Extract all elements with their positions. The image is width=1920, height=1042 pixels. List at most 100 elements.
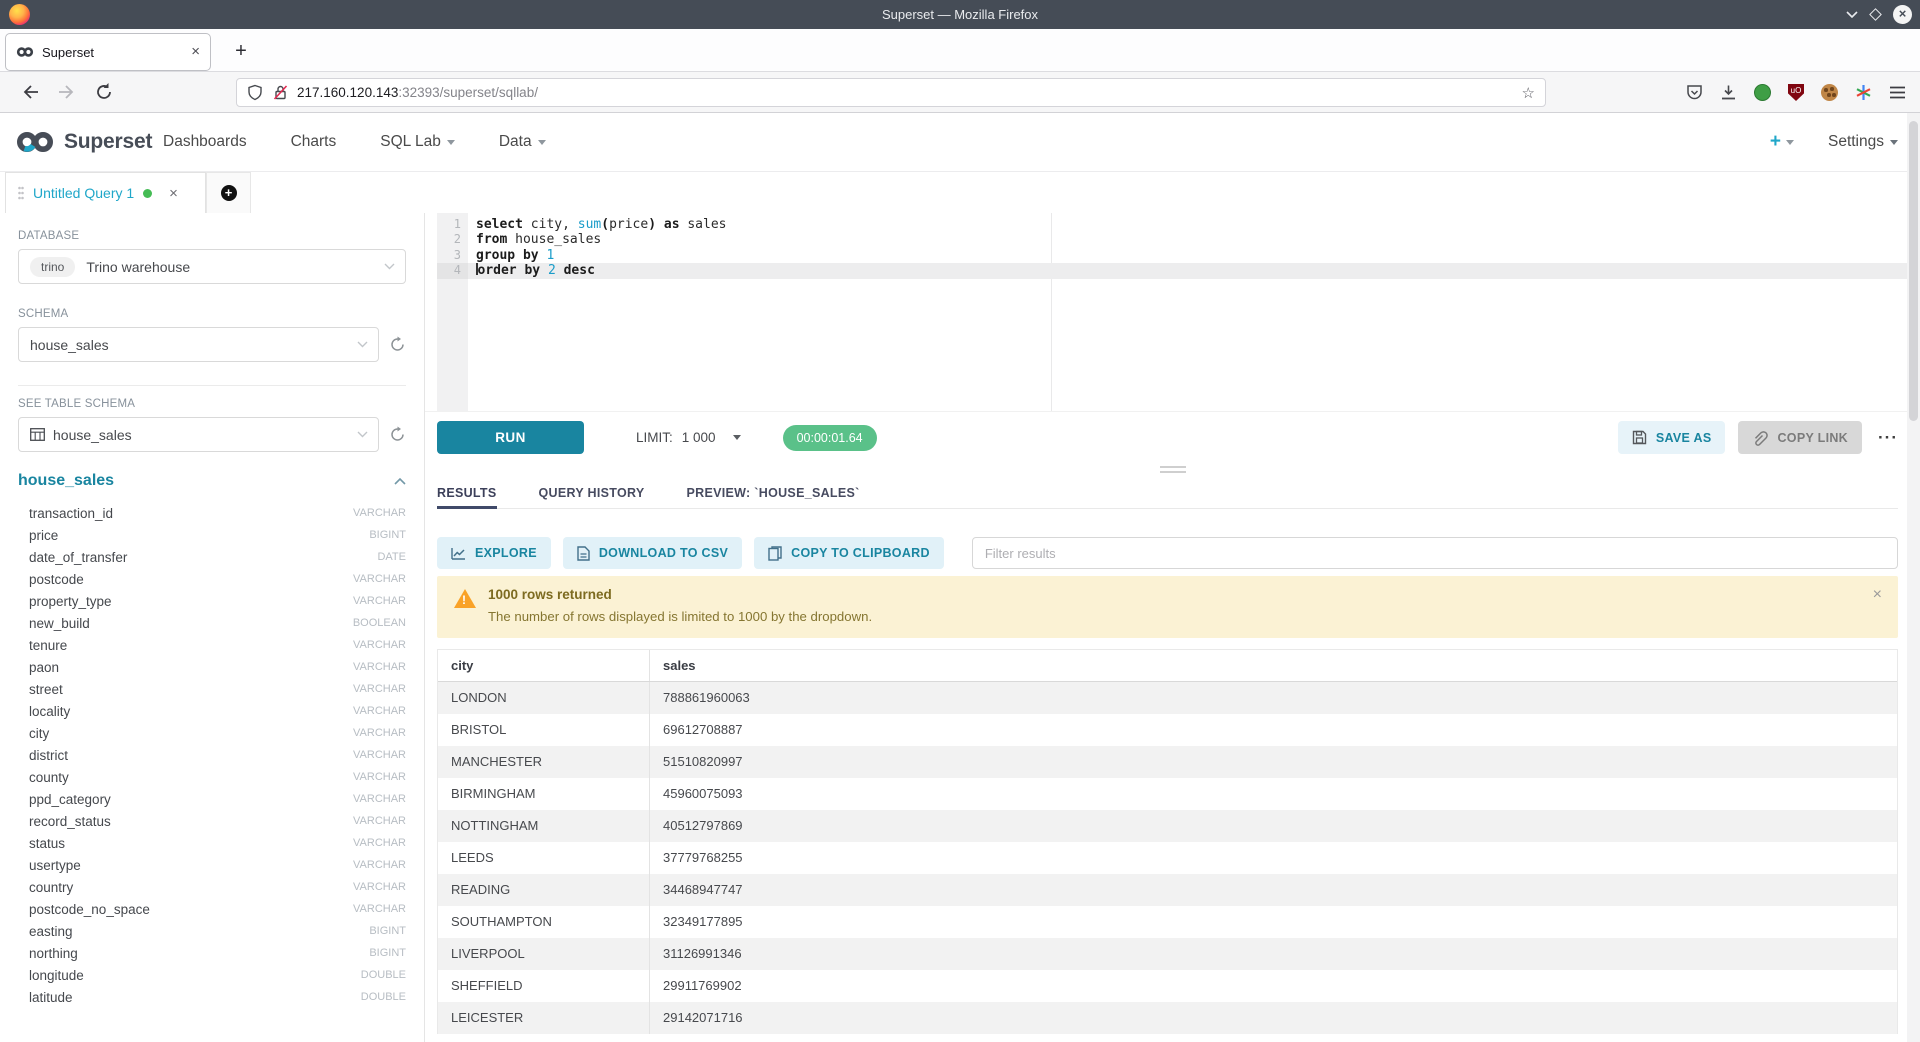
schema-column-row[interactable]: transaction_idVARCHAR [18,502,406,524]
table-select[interactable]: house_sales [18,417,379,452]
schema-column-row[interactable]: priceBIGINT [18,524,406,546]
schema-column-row[interactable]: districtVARCHAR [18,744,406,766]
table-row[interactable]: LEEDS37779768255 [438,842,1897,874]
table-row[interactable]: BRISTOL69612708887 [438,714,1897,746]
nav-item-charts[interactable]: Charts [291,133,337,151]
sql-code-lines[interactable]: select city, sum(price) as salesfrom hou… [468,213,1920,411]
table-row[interactable]: SHEFFIELD29911769902 [438,970,1897,1002]
schema-column-row[interactable]: ppd_categoryVARCHAR [18,788,406,810]
ublock-origin-icon[interactable]: uO [1788,84,1804,101]
schema-column-row[interactable]: new_buildBOOLEAN [18,612,406,634]
back-icon[interactable] [20,82,40,102]
column-name: locality [29,704,70,719]
url-bar[interactable]: 217.160.120.143:32393/superset/sqllab/ ☆ [236,78,1546,107]
browser-tab-close-icon[interactable]: × [191,45,200,59]
schema-column-row[interactable]: countyVARCHAR [18,766,406,788]
run-button[interactable]: RUN [437,421,584,454]
schema-column-row[interactable]: usertypeVARCHAR [18,854,406,876]
tab-query-history[interactable]: QUERY HISTORY [539,475,645,508]
settings-menu[interactable]: Settings [1828,133,1898,151]
schema-column-row[interactable]: countryVARCHAR [18,876,406,898]
tab-preview-house-sales[interactable]: PREVIEW: `HOUSE_SALES` [687,475,860,508]
download-icon[interactable] [1720,84,1737,101]
schema-column-row[interactable]: record_statusVARCHAR [18,810,406,832]
save-as-button[interactable]: SAVE AS [1618,421,1726,454]
nav-item-sql-lab[interactable]: SQL Lab [380,133,455,151]
add-query-tab-button[interactable]: + [206,172,251,213]
sql-code-editor[interactable]: 1234 select city, sum(price) as salesfro… [425,213,1920,411]
reload-icon[interactable] [94,82,114,102]
new-browser-tab-button[interactable]: + [228,39,254,65]
database-label: DATABASE [18,230,406,242]
forward-icon[interactable] [57,82,77,102]
tracking-shield-icon[interactable] [247,84,263,101]
refresh-schemas-icon[interactable] [389,336,406,353]
explore-button[interactable]: EXPLORE [437,537,551,569]
sql-gutter: 1234 [437,213,468,411]
copy-link-button[interactable]: COPY LINK [1738,421,1862,454]
database-select[interactable]: trino Trino warehouse [18,249,406,284]
query-tab-close-icon[interactable]: × [169,185,178,202]
schema-column-row[interactable]: property_typeVARCHAR [18,590,406,612]
schema-select[interactable]: house_sales [18,327,379,362]
superset-brand[interactable]: Superset [14,127,152,157]
table-row[interactable]: LONDON788861960063 [438,682,1897,714]
browser-tab[interactable]: Superset × [5,33,211,71]
extension-starburst-icon[interactable] [1855,84,1872,101]
collapse-chevron-up-icon[interactable] [394,477,406,485]
refresh-tables-icon[interactable] [389,426,406,443]
schema-column-row[interactable]: postcode_no_spaceVARCHAR [18,898,406,920]
column-header-city[interactable]: city [438,650,650,681]
schema-column-row[interactable]: date_of_transferDATE [18,546,406,568]
table-row[interactable]: SOUTHAMPTON32349177895 [438,906,1897,938]
pane-splitter[interactable] [425,463,1920,475]
schema-column-row[interactable]: streetVARCHAR [18,678,406,700]
query-tabstrip: Untitled Query 1 × + [0,172,1920,213]
table-row[interactable]: BIRMINGHAM45960075093 [438,778,1897,810]
code-line[interactable]: from house_sales [468,232,1920,247]
maximize-icon[interactable] [1869,8,1882,21]
limit-dropdown[interactable]: LIMIT: 1 000 [636,430,741,445]
insecure-lock-icon[interactable] [272,84,289,101]
schema-column-row[interactable]: eastingBIGINT [18,920,406,942]
table-row[interactable]: MANCHESTER51510820997 [438,746,1897,778]
schema-column-row[interactable]: latitudeDOUBLE [18,986,406,1008]
schema-column-row[interactable]: longitudeDOUBLE [18,964,406,986]
drag-handle-icon[interactable] [18,186,24,200]
code-line[interactable]: order by 2 desc [468,263,1920,278]
more-actions-icon[interactable]: ··· [1878,428,1898,448]
code-line[interactable]: group by 1 [468,248,1920,263]
privacy-badger-icon[interactable] [1754,84,1771,101]
schema-column-row[interactable]: tenureVARCHAR [18,634,406,656]
page-scrollbar[interactable] [1907,113,1920,1042]
bookmark-star-icon[interactable]: ☆ [1522,84,1535,102]
minimize-icon[interactable] [1846,11,1858,18]
table-schema-heading[interactable]: house_sales [18,472,114,490]
filter-results-input[interactable] [972,537,1898,569]
table-row[interactable]: READING34468947747 [438,874,1897,906]
schema-column-row[interactable]: paonVARCHAR [18,656,406,678]
nav-item-dashboards[interactable]: Dashboards [163,133,247,151]
table-row[interactable]: NOTTINGHAM40512797869 [438,810,1897,842]
tab-results[interactable]: RESULTS [437,475,497,508]
pocket-icon[interactable] [1686,84,1703,101]
copy-to-clipboard-button[interactable]: COPY TO CLIPBOARD [754,537,944,569]
cookie-extension-icon[interactable] [1821,84,1838,101]
table-row[interactable]: LEICESTER29142071716 [438,1002,1897,1034]
alert-close-icon[interactable]: × [1873,588,1882,602]
query-tab[interactable]: Untitled Query 1 × [5,172,206,213]
schema-column-row[interactable]: northingBIGINT [18,942,406,964]
nav-item-data[interactable]: Data [499,133,546,151]
scrollbar-thumb[interactable] [1909,121,1918,421]
schema-column-row[interactable]: cityVARCHAR [18,722,406,744]
column-header-sales[interactable]: sales [650,650,1897,681]
schema-column-row[interactable]: statusVARCHAR [18,832,406,854]
add-new-button[interactable]: + [1770,131,1794,153]
window-close-icon[interactable]: × [1893,5,1912,24]
menu-hamburger-icon[interactable] [1889,85,1906,100]
schema-column-row[interactable]: postcodeVARCHAR [18,568,406,590]
table-row[interactable]: LIVERPOOL31126991346 [438,938,1897,970]
schema-column-row[interactable]: localityVARCHAR [18,700,406,722]
download-csv-button[interactable]: DOWNLOAD TO CSV [563,537,742,569]
code-line[interactable]: select city, sum(price) as sales [468,217,1920,232]
